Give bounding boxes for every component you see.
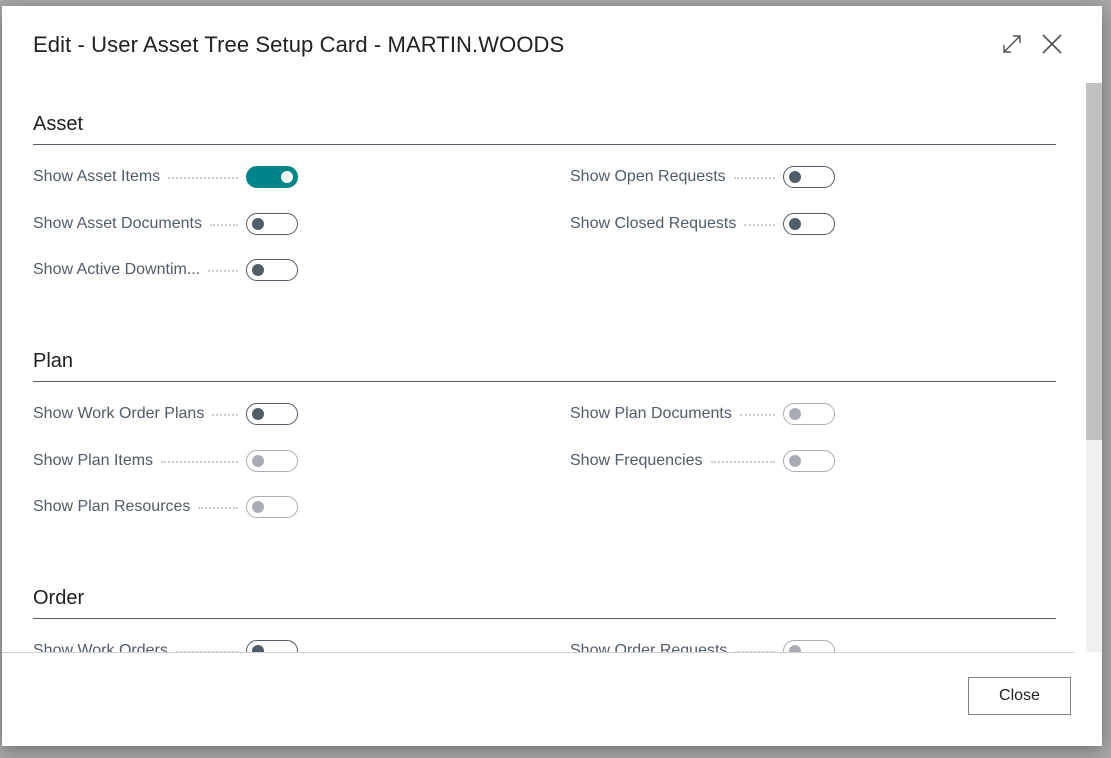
toggle-knob (252, 408, 264, 420)
field-label: Show Open Requests (570, 168, 726, 185)
section-divider (33, 381, 1056, 382)
dotted-leader (168, 177, 238, 179)
field-show-plan-items: Show Plan Items (33, 449, 298, 473)
dotted-leader (161, 461, 238, 463)
dotted-leader (739, 414, 775, 416)
toggle-switch[interactable] (246, 259, 298, 281)
field-label: Show Plan Resources (33, 498, 191, 515)
dotted-leader (733, 177, 775, 179)
dotted-leader (710, 461, 775, 463)
toggle-knob (252, 218, 264, 230)
field-label: Show Plan Documents (570, 405, 732, 422)
field-label: Show Asset Documents (33, 215, 202, 232)
close-icon[interactable] (1040, 32, 1064, 56)
dialog-title: Edit - User Asset Tree Setup Card - MART… (33, 32, 565, 57)
form-content: Asset Show Asset Items Show Open Requests S… (2, 83, 1086, 652)
field-show-asset-documents: Show Asset Documents (33, 212, 298, 236)
toggle-switch[interactable] (783, 403, 835, 425)
scrollbar-thumb[interactable] (1086, 83, 1102, 440)
expand-icon[interactable] (1000, 32, 1024, 56)
toggle-switch[interactable] (783, 450, 835, 472)
scrollbar[interactable] (1086, 83, 1102, 652)
field-label: Show Asset Items (33, 168, 161, 185)
section-title-order: Order (33, 587, 85, 609)
field-show-asset-items: Show Asset Items (33, 165, 298, 189)
toggle-switch[interactable] (246, 403, 298, 425)
setup-card-dialog: Edit - User Asset Tree Setup Card - MART… (2, 6, 1102, 746)
field-label: Show Closed Requests (570, 215, 737, 232)
field-show-order-requests: Show Order Requests (570, 639, 835, 652)
field-label: Show Order Requests (570, 642, 728, 652)
section-title-plan: Plan (33, 350, 74, 372)
dotted-leader (209, 224, 238, 226)
dotted-leader (208, 270, 238, 272)
dotted-leader (198, 507, 238, 509)
toggle-switch[interactable] (783, 640, 835, 652)
dotted-leader (744, 224, 775, 226)
toggle-knob (252, 264, 264, 276)
toggle-switch[interactable] (246, 640, 298, 652)
toggle-switch[interactable] (246, 496, 298, 518)
field-label: Show Frequencies (570, 452, 703, 469)
section-divider (33, 144, 1056, 145)
field-show-active-downtim: Show Active Downtim... (33, 258, 298, 282)
field-label: Show Work Orders (33, 642, 168, 652)
field-show-closed-requests: Show Closed Requests (570, 212, 835, 236)
field-show-plan-documents: Show Plan Documents (570, 402, 835, 426)
field-label: Show Plan Items (33, 452, 154, 469)
toggle-switch[interactable] (246, 166, 298, 188)
close-button[interactable]: Close (968, 677, 1071, 715)
section-divider (33, 618, 1056, 619)
toggle-knob (789, 408, 801, 420)
toggle-knob (789, 645, 801, 652)
toggle-knob (789, 218, 801, 230)
footer-divider (2, 652, 1074, 653)
field-label: Show Work Order Plans (33, 405, 205, 422)
toggle-knob (252, 455, 264, 467)
section-title-asset: Asset (33, 113, 84, 135)
toggle-knob (789, 171, 801, 183)
toggle-knob (252, 645, 264, 652)
field-show-plan-resources: Show Plan Resources (33, 495, 298, 519)
toggle-switch[interactable] (783, 166, 835, 188)
toggle-switch[interactable] (246, 450, 298, 472)
toggle-switch[interactable] (783, 213, 835, 235)
dotted-leader (212, 414, 238, 416)
field-show-frequencies: Show Frequencies (570, 449, 835, 473)
field-show-work-orders: Show Work Orders (33, 639, 298, 652)
field-show-work-order-plans: Show Work Order Plans (33, 402, 298, 426)
toggle-knob (281, 171, 293, 183)
field-show-open-requests: Show Open Requests (570, 165, 835, 189)
toggle-switch[interactable] (246, 213, 298, 235)
field-label: Show Active Downtim... (33, 261, 201, 278)
toggle-knob (789, 455, 801, 467)
toggle-knob (252, 501, 264, 513)
